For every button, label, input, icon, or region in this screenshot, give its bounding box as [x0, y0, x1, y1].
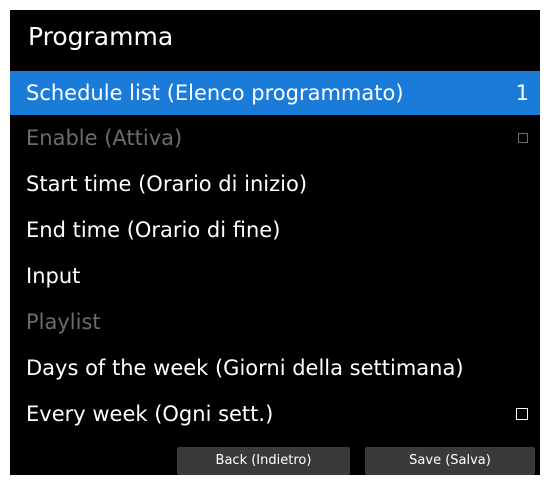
schedule-menu: Schedule list (Elenco programmato) 1 Ena… [10, 71, 540, 437]
menu-item-input[interactable]: Input [10, 253, 540, 299]
every-week-checkbox[interactable] [516, 408, 528, 420]
menu-item-end-time[interactable]: End time (Orario di fine) [10, 207, 540, 253]
back-button[interactable]: Back (Indietro) [177, 447, 350, 475]
menu-item-label: Schedule list (Elenco programmato) [26, 81, 404, 105]
menu-item-every-week[interactable]: Every week (Ogni sett.) [10, 391, 540, 437]
menu-item-label: Input [26, 264, 81, 288]
dialog-title: Programma [28, 22, 174, 51]
menu-item-enable: Enable (Attiva) [10, 115, 540, 161]
save-button[interactable]: Save (Salva) [365, 447, 535, 475]
menu-item-start-time[interactable]: Start time (Orario di inizio) [10, 161, 540, 207]
menu-item-days-of-week[interactable]: Days of the week (Giorni della settimana… [10, 345, 540, 391]
schedule-list-value: 1 [515, 81, 529, 105]
programma-dialog: Programma Schedule list (Elenco programm… [10, 10, 540, 475]
menu-item-playlist: Playlist [10, 299, 540, 345]
menu-item-label: Playlist [26, 310, 101, 334]
menu-item-label: Every week (Ogni sett.) [26, 402, 274, 426]
menu-item-label: Days of the week (Giorni della settimana… [26, 356, 464, 380]
menu-item-label: End time (Orario di fine) [26, 218, 281, 242]
enable-checkbox [518, 133, 528, 143]
menu-item-label: Start time (Orario di inizio) [26, 172, 308, 196]
menu-item-label: Enable (Attiva) [26, 126, 183, 150]
menu-item-schedule-list[interactable]: Schedule list (Elenco programmato) 1 [10, 71, 540, 115]
